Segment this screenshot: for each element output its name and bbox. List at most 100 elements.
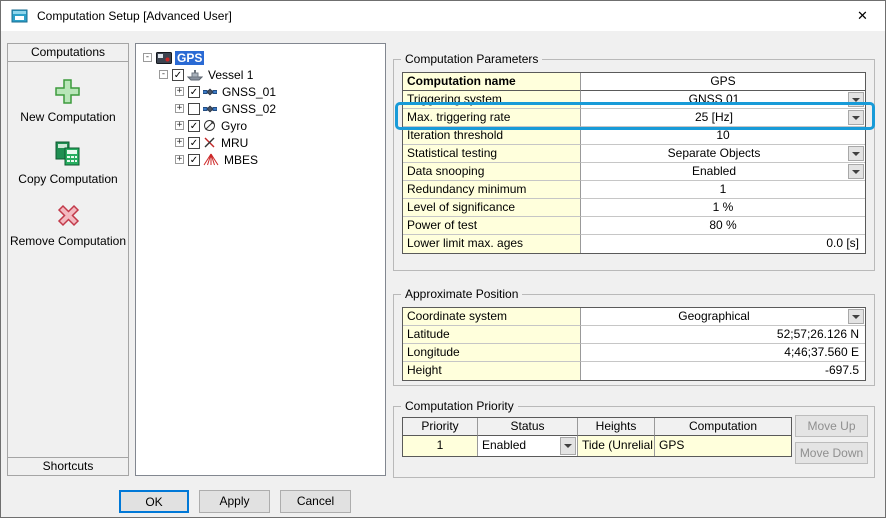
shortcuts-button[interactable]: Shortcuts bbox=[7, 457, 129, 476]
param-row-power-of-test: Power of test 80 % bbox=[403, 217, 865, 235]
remove-computation-label: Remove Computation bbox=[10, 234, 126, 248]
status-dropdown[interactable]: Enabled bbox=[478, 436, 578, 456]
param-row-level-of-significance: Level of significance 1 % bbox=[403, 199, 865, 217]
move-up-button[interactable]: Move Up bbox=[795, 415, 868, 437]
tree-node-mbes[interactable]: + ✓ MBES bbox=[136, 151, 385, 168]
param-value: Enabled bbox=[692, 164, 736, 178]
param-label: Power of test bbox=[403, 217, 581, 235]
tree-node-gnss-02[interactable]: + GNSS_02 bbox=[136, 100, 385, 117]
titlebar: Computation Setup [Advanced User] ✕ bbox=[1, 1, 885, 31]
tree-node-label-mbes[interactable]: MBES bbox=[222, 153, 260, 167]
heights-cell[interactable]: Tide (Unrelial bbox=[578, 436, 655, 456]
mbes-fan-icon bbox=[203, 153, 219, 166]
apply-button[interactable]: Apply bbox=[199, 490, 270, 513]
param-label: Longitude bbox=[403, 344, 581, 362]
param-row-lower-limit-max-ages: Lower limit max. ages 0.0 [s] bbox=[403, 235, 865, 253]
tree-node-label-gyro[interactable]: Gyro bbox=[219, 119, 249, 133]
tree-node-gyro[interactable]: + ✓ Gyro bbox=[136, 117, 385, 134]
sidebar-items: New Computation Copy Computation bbox=[7, 62, 129, 457]
priority-table-row: 1 Enabled Tide (Unrelial GPS bbox=[403, 436, 791, 456]
new-computation-label: New Computation bbox=[20, 110, 115, 124]
checkbox-vessel-1[interactable]: ✓ bbox=[172, 69, 184, 81]
collapse-icon[interactable]: - bbox=[143, 53, 152, 62]
tree-node-vessel-1[interactable]: - ✓ Vessel 1 bbox=[136, 66, 385, 83]
data-snooping-dropdown[interactable]: Enabled bbox=[581, 163, 865, 181]
max-triggering-rate-dropdown[interactable]: 25 [Hz] bbox=[581, 109, 865, 127]
height-value[interactable]: -697.5 bbox=[581, 362, 865, 380]
window-title: Computation Setup [Advanced User] bbox=[37, 9, 232, 23]
priority-table: Priority Status Heights Computation 1 En… bbox=[402, 417, 792, 457]
new-computation-icon bbox=[54, 77, 81, 105]
param-value[interactable]: 0.0 [s] bbox=[581, 235, 865, 253]
param-row-data-snooping: Data snooping Enabled bbox=[403, 163, 865, 181]
gnss-satellite-icon bbox=[203, 103, 217, 115]
param-value[interactable]: GPS bbox=[581, 73, 865, 91]
param-value[interactable]: 10 bbox=[581, 127, 865, 145]
new-computation-button[interactable]: New Computation bbox=[20, 77, 115, 124]
chevron-down-icon[interactable] bbox=[848, 146, 864, 161]
param-value[interactable]: 1 bbox=[581, 181, 865, 199]
ok-button[interactable]: OK bbox=[119, 490, 189, 513]
expand-icon[interactable]: + bbox=[175, 87, 184, 96]
close-icon[interactable]: ✕ bbox=[840, 1, 885, 31]
sidebar: Computations New Computation bbox=[7, 43, 129, 476]
param-label: Latitude bbox=[403, 326, 581, 344]
expand-icon[interactable]: + bbox=[175, 138, 184, 147]
expand-icon[interactable]: + bbox=[175, 104, 184, 113]
cancel-button[interactable]: Cancel bbox=[280, 490, 351, 513]
tree-node-label-mru[interactable]: MRU bbox=[219, 136, 250, 150]
param-value[interactable]: 1 % bbox=[581, 199, 865, 217]
param-row-triggering-system: Triggering system GNSS 01 bbox=[403, 91, 865, 109]
mru-icon bbox=[203, 136, 216, 149]
param-label: Redundancy minimum bbox=[403, 181, 581, 199]
position-table: Coordinate system Geographical Latitude … bbox=[402, 307, 866, 381]
param-label: Coordinate system bbox=[403, 308, 581, 326]
chevron-down-icon[interactable] bbox=[848, 92, 864, 107]
tree-node-label-gnss-01[interactable]: GNSS_01 bbox=[220, 85, 278, 99]
param-row-iteration-threshold: Iteration threshold 10 bbox=[403, 127, 865, 145]
tree-node-gps[interactable]: - GPS bbox=[136, 49, 385, 66]
param-value: Geographical bbox=[678, 309, 749, 323]
expand-icon[interactable]: + bbox=[175, 155, 184, 164]
parameters-table: Computation name GPS Triggering system G… bbox=[402, 72, 866, 254]
coordinate-system-dropdown[interactable]: Geographical bbox=[581, 308, 865, 326]
computations-header-button[interactable]: Computations bbox=[7, 43, 129, 62]
param-value[interactable]: 80 % bbox=[581, 217, 865, 235]
approximate-position-group: Approximate Position Coordinate system G… bbox=[393, 294, 875, 386]
computation-setup-dialog: Computation Setup [Advanced User] ✕ Comp… bbox=[0, 0, 886, 518]
checkbox-gnss-01[interactable]: ✓ bbox=[188, 86, 200, 98]
tree-node-label-gnss-02[interactable]: GNSS_02 bbox=[220, 102, 278, 116]
copy-computation-button[interactable]: Copy Computation bbox=[18, 139, 117, 186]
copy-computation-label: Copy Computation bbox=[18, 172, 117, 186]
position-row-latitude: Latitude 52;57;26.126 N bbox=[403, 326, 865, 344]
triggering-system-dropdown[interactable]: GNSS 01 bbox=[581, 91, 865, 109]
group-title: Approximate Position bbox=[401, 287, 522, 301]
param-label: Iteration threshold bbox=[403, 127, 581, 145]
tree-node-label-gps[interactable]: GPS bbox=[175, 51, 204, 65]
remove-computation-button[interactable]: Remove Computation bbox=[10, 201, 126, 248]
move-down-button[interactable]: Move Down bbox=[795, 442, 868, 464]
priority-cell[interactable]: 1 bbox=[403, 436, 478, 456]
checkbox-mru[interactable]: ✓ bbox=[188, 137, 200, 149]
checkbox-mbes[interactable]: ✓ bbox=[188, 154, 200, 166]
param-label: Max. triggering rate bbox=[403, 109, 581, 127]
position-row-coordinate-system: Coordinate system Geographical bbox=[403, 308, 865, 326]
statistical-testing-dropdown[interactable]: Separate Objects bbox=[581, 145, 865, 163]
chevron-down-icon[interactable] bbox=[560, 437, 576, 455]
checkbox-gnss-02[interactable] bbox=[188, 103, 200, 115]
longitude-value[interactable]: 4;46;37.560 E bbox=[581, 344, 865, 362]
chevron-down-icon[interactable] bbox=[848, 110, 864, 125]
remove-computation-icon bbox=[55, 201, 82, 229]
checkbox-gyro[interactable]: ✓ bbox=[188, 120, 200, 132]
gps-device-icon bbox=[156, 52, 172, 64]
expand-icon[interactable]: + bbox=[175, 121, 184, 130]
chevron-down-icon[interactable] bbox=[848, 309, 864, 324]
column-header-computation: Computation bbox=[655, 418, 791, 436]
collapse-icon[interactable]: - bbox=[159, 70, 168, 79]
computation-cell[interactable]: GPS bbox=[655, 436, 791, 456]
chevron-down-icon[interactable] bbox=[848, 164, 864, 179]
tree-node-label-vessel-1[interactable]: Vessel 1 bbox=[206, 68, 255, 82]
latitude-value[interactable]: 52;57;26.126 N bbox=[581, 326, 865, 344]
tree-node-mru[interactable]: + ✓ MRU bbox=[136, 134, 385, 151]
tree-node-gnss-01[interactable]: + ✓ GNSS_01 bbox=[136, 83, 385, 100]
